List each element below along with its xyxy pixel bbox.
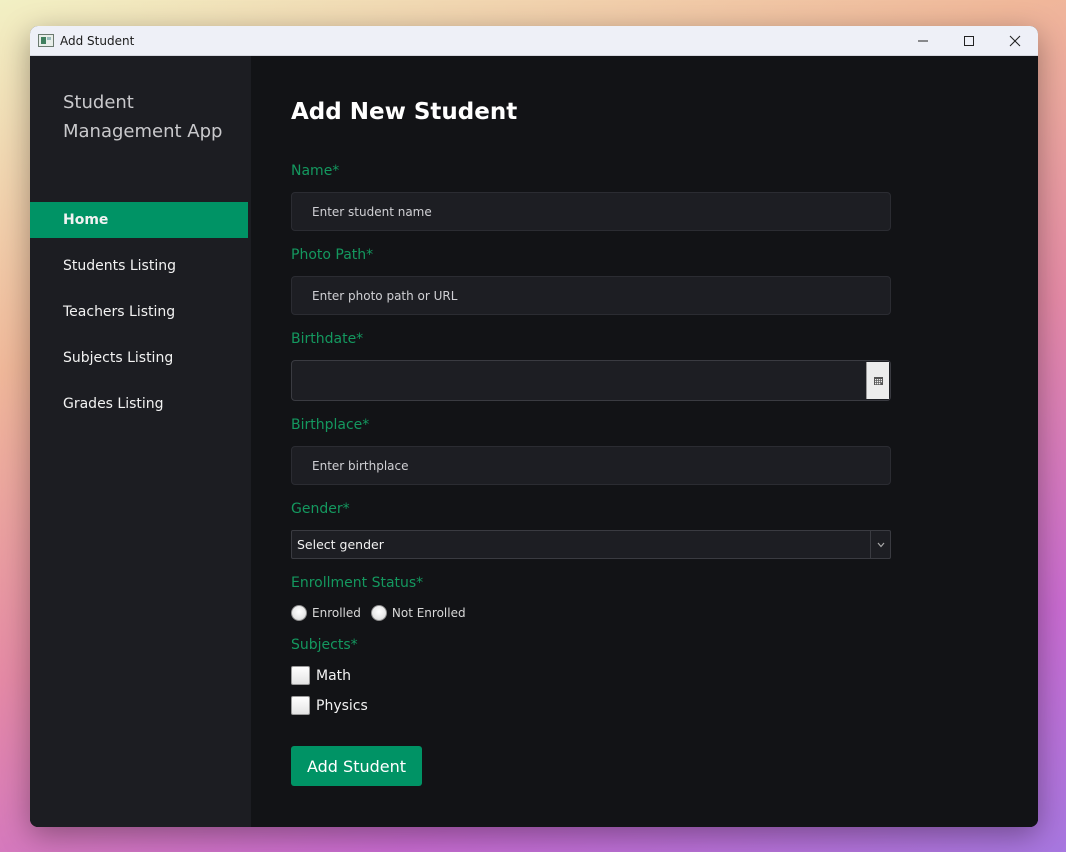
main-content: Add New Student Name* Photo Path* Birthd… [251, 56, 1038, 827]
enrollment-status-label: Enrollment Status* [291, 575, 424, 591]
title-bar: Add Student [30, 26, 1038, 56]
window-title: Add Student [60, 33, 135, 48]
name-input[interactable] [291, 192, 891, 231]
gender-select[interactable]: Select gender [291, 530, 891, 559]
app-icon [38, 34, 54, 47]
physics-checkbox-label[interactable]: Physics [316, 698, 368, 714]
sidebar-nav: Home Students Listing Teachers Listing S… [30, 202, 248, 432]
sidebar-item-grades-listing[interactable]: Grades Listing [30, 386, 248, 422]
birthdate-label: Birthdate* [291, 331, 364, 347]
minimize-button[interactable] [900, 26, 946, 56]
name-label: Name* [291, 163, 340, 179]
maximize-button[interactable] [946, 26, 992, 56]
birthplace-label: Birthplace* [291, 417, 370, 433]
add-student-button[interactable]: Add Student [291, 746, 422, 786]
close-icon [1009, 35, 1021, 47]
sidebar-item-home[interactable]: Home [30, 202, 248, 238]
sidebar-item-students-listing[interactable]: Students Listing [30, 248, 248, 284]
maximize-icon [964, 36, 974, 46]
window-controls [900, 26, 1038, 56]
calendar-icon [873, 376, 883, 385]
close-button[interactable] [992, 26, 1038, 56]
photo-path-input[interactable] [291, 276, 891, 315]
math-checkbox-label[interactable]: Math [316, 668, 351, 684]
subjects-label: Subjects* [291, 637, 358, 653]
minimize-icon [918, 40, 928, 42]
math-checkbox[interactable] [291, 666, 310, 685]
gender-label: Gender* [291, 501, 350, 517]
subject-math-row: Math [291, 666, 351, 685]
dropdown-arrow[interactable] [870, 531, 890, 558]
sidebar-item-teachers-listing[interactable]: Teachers Listing [30, 294, 248, 330]
app-window: Add Student Student Management App Home … [30, 26, 1038, 827]
enrollment-radio-group: Enrolled Not Enrolled [291, 605, 476, 621]
not-enrolled-radio-label[interactable]: Not Enrolled [392, 606, 466, 620]
enrolled-radio-label[interactable]: Enrolled [312, 606, 361, 620]
birthdate-input[interactable] [291, 360, 891, 401]
birthplace-input[interactable] [291, 446, 891, 485]
enrolled-radio[interactable] [291, 605, 307, 621]
physics-checkbox[interactable] [291, 696, 310, 715]
sidebar: Student Management App Home Students Lis… [30, 56, 251, 827]
subject-physics-row: Physics [291, 696, 368, 715]
gender-selected-value: Select gender [297, 537, 384, 552]
chevron-down-icon [877, 542, 884, 547]
not-enrolled-radio[interactable] [370, 605, 387, 621]
page-title: Add New Student [291, 99, 518, 125]
sidebar-item-subjects-listing[interactable]: Subjects Listing [30, 340, 248, 376]
app-title: Student Management App [63, 92, 223, 142]
photo-path-label: Photo Path* [291, 247, 374, 263]
calendar-button[interactable] [866, 362, 889, 399]
